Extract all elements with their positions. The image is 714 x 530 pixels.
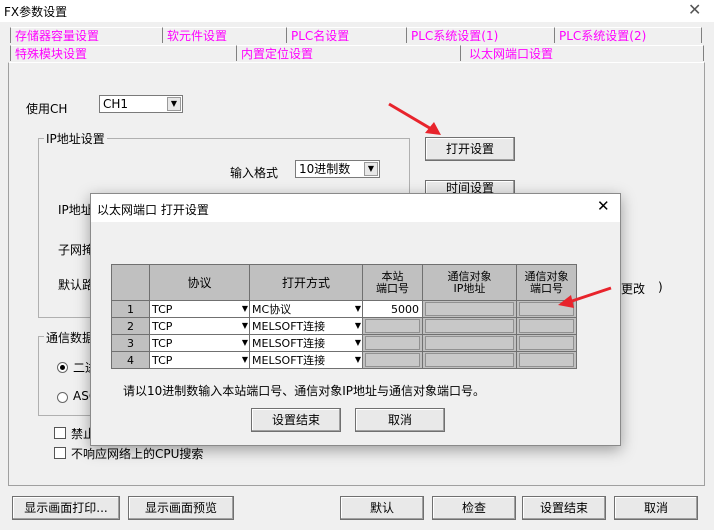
- dialog-close-icon[interactable]: ✕: [597, 197, 610, 215]
- chevron-down-icon: ▼: [241, 321, 248, 330]
- cancel-button[interactable]: 取消: [614, 496, 698, 520]
- protocol-select[interactable]: TCP ▼: [149, 300, 250, 318]
- protocol-value: TCP: [152, 319, 173, 333]
- protocol-select[interactable]: TCP ▼: [149, 334, 250, 352]
- chevron-down-icon: ▼: [241, 338, 248, 347]
- open-method-select[interactable]: MELSOFT连接 ▼: [249, 351, 363, 369]
- tab-memory-capacity[interactable]: 存储器容量设置: [10, 27, 162, 43]
- col-protocol-header: 协议: [149, 264, 250, 301]
- remote-ip-cell: [422, 351, 517, 369]
- row-number: 3: [111, 334, 150, 352]
- change-text: 更改: [621, 282, 646, 296]
- forbid-checkbox[interactable]: [54, 427, 66, 439]
- paren-text: ): [658, 280, 663, 294]
- local-port-cell: [362, 334, 423, 352]
- tab-device-settings[interactable]: 软元件设置: [162, 27, 286, 43]
- chevron-down-icon: ▼: [241, 304, 248, 313]
- dialog-title: 以太网端口 打开设置: [97, 203, 209, 217]
- port-settings-table: 协议 打开方式 本站 端口号 通信对象 IP地址 通信对象 端口号 1 TCP ▼…: [111, 264, 577, 369]
- tab-plc-system-2[interactable]: PLC系统设置(2): [554, 27, 702, 43]
- row-number-header: [111, 264, 150, 301]
- remote-ip-cell: [422, 317, 517, 335]
- row-number: 1: [111, 300, 150, 318]
- open-method-value: MELSOFT连接: [252, 320, 326, 333]
- dialog-titlebar: 以太网端口 打开设置 ✕: [91, 194, 620, 222]
- tab-special-module[interactable]: 特殊模块设置: [10, 45, 236, 61]
- use-ch-label: 使用CH: [26, 102, 68, 116]
- remote-port-cell: [516, 334, 577, 352]
- window-titlebar: FX参数设置 ✕: [0, 0, 714, 22]
- subnet-mask-label: 子网掩: [58, 243, 95, 257]
- use-ch-value: CH1: [103, 97, 129, 111]
- annotation-arrow: [388, 102, 441, 135]
- chevron-down-icon: ▼: [364, 162, 378, 176]
- finish-settings-button[interactable]: 设置结束: [522, 496, 606, 520]
- remote-ip-cell: [422, 334, 517, 352]
- protocol-value: TCP: [152, 353, 173, 367]
- chevron-down-icon: ▼: [241, 355, 248, 364]
- input-format-select[interactable]: 10进制数 ▼: [295, 160, 380, 178]
- col-open-method-header: 打开方式: [249, 264, 363, 301]
- annotation-arrow: [558, 286, 612, 308]
- tab-plc-name[interactable]: PLC名设置: [286, 27, 406, 43]
- chevron-down-icon: ▼: [354, 338, 361, 347]
- remote-port-cell: [516, 317, 577, 335]
- protocol-value: TCP: [152, 302, 173, 316]
- row-number: 2: [111, 317, 150, 335]
- dialog-hint-text: 请以10进制数输入本站端口号、通信对象IP地址与通信对象端口号。: [123, 384, 486, 398]
- use-ch-select[interactable]: CH1 ▼: [99, 95, 183, 113]
- radio-binary[interactable]: [57, 362, 68, 373]
- ip-settings-title: IP地址设置: [44, 130, 107, 147]
- chevron-down-icon: ▼: [354, 321, 361, 330]
- comm-data-group: [38, 336, 98, 416]
- chevron-down-icon: ▼: [354, 304, 361, 313]
- dialog-cancel-button[interactable]: 取消: [355, 408, 445, 432]
- preview-screen-button[interactable]: 显示画面预览: [128, 496, 234, 520]
- tab-ethernet-port[interactable]: 以太网端口设置: [460, 45, 704, 61]
- open-method-value: MELSOFT连接: [252, 337, 326, 350]
- ip-address-label: IP地址: [58, 203, 93, 217]
- row-number: 4: [111, 351, 150, 369]
- local-port-input[interactable]: 5000: [362, 300, 423, 318]
- print-screen-button[interactable]: 显示画面打印...: [12, 496, 120, 520]
- tab-plc-system-1[interactable]: PLC系统设置(1): [406, 27, 554, 43]
- open-method-value: MC协议: [252, 303, 292, 316]
- tab-builtin-positioning[interactable]: 内置定位设置: [236, 45, 460, 61]
- local-port-cell: [362, 317, 423, 335]
- open-method-value: MELSOFT连接: [252, 354, 326, 367]
- no-cpu-search-label: 不响应网络上的CPU搜索: [71, 447, 204, 461]
- protocol-select[interactable]: TCP ▼: [149, 317, 250, 335]
- check-button[interactable]: 检查: [432, 496, 516, 520]
- ethernet-open-settings-dialog: 以太网端口 打开设置 ✕ 协议 打开方式 本站 端口号 通信对象 IP地址 通信…: [90, 193, 621, 446]
- radio-ascii[interactable]: [57, 392, 68, 403]
- dialog-finish-button[interactable]: 设置结束: [251, 408, 341, 432]
- chevron-down-icon: ▼: [167, 97, 181, 111]
- default-button[interactable]: 默认: [340, 496, 424, 520]
- close-icon[interactable]: ✕: [688, 0, 701, 19]
- input-format-value: 10进制数: [299, 162, 351, 176]
- default-gateway-label: 默认路: [58, 278, 95, 292]
- local-port-cell: [362, 351, 423, 369]
- no-cpu-search-checkbox[interactable]: [54, 447, 66, 459]
- remote-port-cell: [516, 351, 577, 369]
- col-local-port-header: 本站 端口号: [362, 264, 423, 301]
- chevron-down-icon: ▼: [354, 355, 361, 364]
- open-method-select[interactable]: MC协议 ▼: [249, 300, 363, 318]
- col-remote-ip-header: 通信对象 IP地址: [422, 264, 517, 301]
- remote-ip-cell: [422, 300, 517, 318]
- open-settings-button[interactable]: 打开设置: [425, 137, 515, 161]
- window-title: FX参数设置: [4, 5, 68, 19]
- open-method-select[interactable]: MELSOFT连接 ▼: [249, 317, 363, 335]
- open-method-select[interactable]: MELSOFT连接 ▼: [249, 334, 363, 352]
- protocol-select[interactable]: TCP ▼: [149, 351, 250, 369]
- input-format-label: 输入格式: [230, 166, 279, 180]
- protocol-value: TCP: [152, 336, 173, 350]
- comm-data-title: 通信数据: [44, 329, 97, 346]
